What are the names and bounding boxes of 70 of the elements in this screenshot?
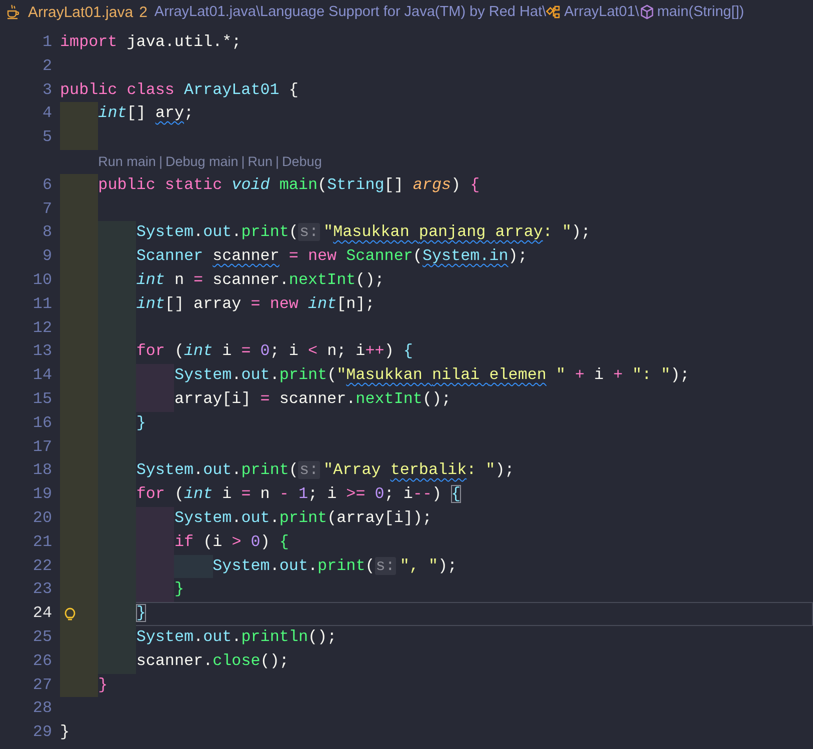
breadcrumb-item[interactable]: main(String[]): [657, 4, 744, 20]
codelens-link[interactable]: Run main: [98, 150, 156, 174]
line-number: 1: [41, 32, 52, 53]
line-number: 15: [32, 388, 52, 410]
file-name[interactable]: ArrayLat01.java: [28, 4, 134, 20]
line-number: 20: [32, 508, 52, 529]
code-line: System.out.print(s: "Array terbalik: ");: [136, 460, 514, 482]
problem-count: 2: [139, 4, 148, 20]
code-line: int n = scanner.nextInt();: [136, 270, 384, 291]
separator: |: [276, 152, 280, 171]
line-number: 19: [32, 484, 52, 506]
code-line: array[i] = scanner.nextInt();: [174, 388, 452, 410]
line-number: 12: [32, 318, 52, 339]
code-line: import java.util.*;: [60, 32, 242, 53]
code-line: int[] array = new int[n];: [136, 294, 375, 315]
separator: |: [241, 152, 245, 171]
line-number: 7: [41, 198, 52, 220]
cube-icon: [639, 4, 656, 20]
codelens-link[interactable]: Run: [248, 150, 273, 174]
line-number: 23: [32, 579, 52, 600]
code-line: }: [98, 674, 108, 696]
breadcrumb-item[interactable]: Language Support for Java(TM) by Red Hat\: [260, 4, 546, 20]
line-number: 8: [41, 222, 52, 244]
line-number: 17: [32, 436, 52, 458]
line-number: 5: [41, 127, 52, 148]
line-number: 10: [32, 270, 52, 291]
indent-guide: [136, 578, 174, 602]
line-number: 9: [41, 246, 52, 268]
code-line: scanner.close();: [136, 650, 289, 672]
code-line: System.out.print(array[i]);: [174, 508, 432, 529]
code-line: public class ArrayLat01 {: [60, 80, 298, 101]
line-number: 26: [32, 650, 52, 672]
line-number: 24: [32, 603, 52, 624]
line-number: 28: [32, 698, 52, 720]
line-number: 18: [32, 460, 52, 482]
code-line: System.out.println();: [136, 626, 337, 648]
codelens-link[interactable]: Debug main: [165, 150, 238, 174]
line-number: 27: [32, 674, 52, 696]
line-number: 22: [32, 556, 52, 577]
separator: |: [158, 152, 162, 171]
line-number: 3: [41, 80, 52, 101]
line-number: 4: [41, 103, 52, 124]
line-number: 13: [32, 341, 52, 362]
code-line: }: [174, 579, 184, 600]
code-line: System.out.print("Masukkan nilai elemen " + i + ": ");: [174, 365, 690, 386]
code-line: }: [136, 412, 146, 434]
line-number: 6: [41, 174, 52, 196]
code-line: Scanner scanner = new Scanner(System.in);: [136, 246, 528, 268]
line-number: 29: [32, 722, 52, 744]
code-line: public static void main(String[] args) {: [98, 174, 480, 196]
line-number: 2: [41, 56, 52, 77]
line-number: 11: [32, 294, 52, 315]
code-line: System.out.print(s: "Masukkan panjang array: ");: [136, 222, 591, 244]
code-line: }: [136, 603, 146, 624]
code-line: System.out.print(s: ", ");: [212, 556, 458, 577]
line-number: 21: [32, 532, 52, 553]
class-icon: [546, 4, 562, 20]
line-number: 16: [32, 412, 52, 434]
code-line: for (int i = 0; i < n; i++) {: [136, 341, 413, 362]
codelens-link[interactable]: Debug: [282, 150, 322, 174]
breadcrumb-item[interactable]: ArrayLat01\: [564, 4, 640, 20]
line-number: 14: [32, 365, 52, 386]
code-line: }: [60, 722, 70, 744]
code-line: int[] ary;: [98, 103, 194, 124]
breadcrumb-item[interactable]: ArrayLat01.java\: [154, 4, 260, 20]
code-line: if (i > 0) {: [174, 532, 289, 553]
coffee-cup-icon: [5, 4, 21, 20]
code-line: for (int i = n - 1; i >= 0; i--) {: [136, 484, 461, 506]
lightbulb-icon[interactable]: [62, 606, 78, 622]
line-number: 25: [32, 626, 52, 648]
